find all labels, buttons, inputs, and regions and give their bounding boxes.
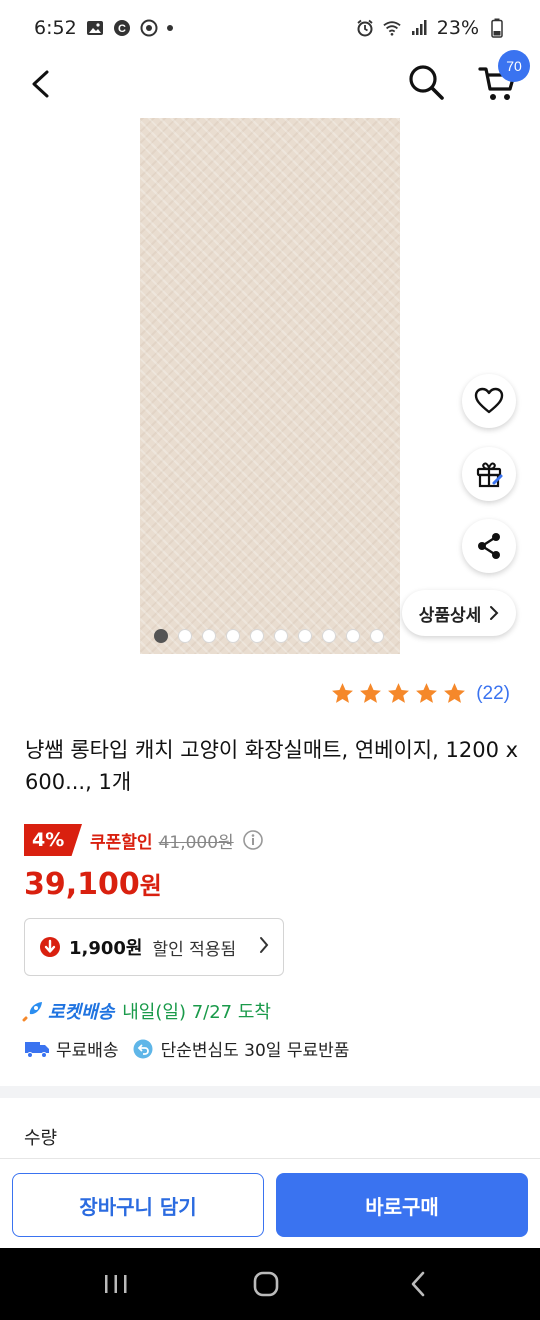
section-divider <box>0 1086 540 1098</box>
battery-percent: 23% <box>436 17 479 39</box>
quantity-label: 수량 <box>24 1128 58 1149</box>
product-detail-label: 상품상세 <box>418 605 482 626</box>
gallery-dot[interactable] <box>298 629 312 643</box>
down-arrow-icon <box>40 937 60 957</box>
svg-text:C: C <box>118 23 126 35</box>
cart-count-badge: 70 <box>498 50 530 82</box>
gallery-dot[interactable] <box>178 629 192 643</box>
discount-applied-button[interactable]: 1,900원 할인 적용됨 <box>24 918 284 976</box>
gallery-dot[interactable] <box>154 629 168 643</box>
arrival-date: 내일(일) 7/27 도착 <box>122 1002 271 1023</box>
recent-apps-icon <box>105 1275 127 1293</box>
discount-amount: 1,900원 <box>69 938 143 959</box>
recent-apps-button[interactable] <box>86 1262 146 1306</box>
home-icon <box>253 1271 279 1297</box>
home-button[interactable] <box>236 1262 296 1306</box>
gift-button[interactable] <box>462 447 516 501</box>
shipping-info-row: 무료배송 단순변심도 30일 무료반품 <box>24 1036 349 1061</box>
back-arrow-icon <box>32 70 49 98</box>
system-back-button[interactable] <box>388 1262 448 1306</box>
gallery-dot[interactable] <box>322 629 336 643</box>
share-icon <box>478 533 500 559</box>
sale-price-unit: 원 <box>139 872 162 900</box>
gallery-dot[interactable] <box>250 629 264 643</box>
gallery-indicator <box>154 629 384 643</box>
search-button[interactable] <box>404 60 448 104</box>
wifi-icon <box>383 19 401 37</box>
star-icon <box>388 683 410 703</box>
gallery-notification-icon <box>86 19 104 37</box>
add-to-cart-button[interactable]: 장바구니 담기 <box>12 1173 264 1237</box>
return-icon <box>133 1039 153 1058</box>
coupon-discount-label: 쿠폰할인 <box>90 832 153 853</box>
buy-now-button[interactable]: 바로구매 <box>276 1173 528 1237</box>
top-bar <box>0 56 540 112</box>
rocket-delivery-row: 로켓배송 내일(일) 7/27 도착 <box>22 998 271 1024</box>
bottom-action-bar: 장바구니 담기 바로구매 <box>0 1158 540 1248</box>
rocket-icon <box>22 1002 42 1022</box>
alarm-icon <box>356 19 374 37</box>
wishlist-button[interactable] <box>462 374 516 428</box>
status-bar: 6:52 C 23% <box>0 0 540 56</box>
discount-row: 4% 쿠폰할인 41,000원 <box>24 824 264 856</box>
gallery-dot[interactable] <box>346 629 360 643</box>
product-title: 냥쌤 롱타입 캐치 고양이 화장실매트, 연베이지, 1200 x 600...… <box>25 738 519 794</box>
product-image[interactable] <box>140 118 400 654</box>
review-count-link[interactable]: (22) <box>476 683 510 705</box>
star-icon <box>444 683 466 703</box>
star-icon <box>416 683 438 703</box>
more-notifications-icon <box>166 25 173 31</box>
sale-price: 39,100원 <box>24 866 162 902</box>
back-button[interactable] <box>20 62 60 106</box>
heart-icon <box>474 387 504 414</box>
free-shipping-text: 무료배송 <box>56 1041 119 1061</box>
gift-icon <box>476 462 503 488</box>
back-icon <box>411 1271 425 1297</box>
share-button[interactable] <box>462 519 516 573</box>
chevron-right-icon <box>260 937 269 953</box>
sale-price-number: 39,100 <box>24 867 140 902</box>
discount-applied-text: 할인 적용됨 <box>152 939 237 960</box>
original-price: 41,000원 <box>158 832 234 853</box>
product-detail-button[interactable]: 상품상세 <box>402 590 516 636</box>
star-icon <box>332 683 354 703</box>
chevron-right-icon <box>490 606 499 620</box>
signal-icon <box>410 19 428 37</box>
system-navigation-bar <box>0 1248 540 1320</box>
search-icon <box>409 65 444 100</box>
free-return-text: 단순변심도 30일 무료반품 <box>160 1041 350 1061</box>
discount-percent-badge: 4% <box>24 824 82 856</box>
gallery-dot[interactable] <box>226 629 240 643</box>
star-icon <box>360 683 382 703</box>
battery-icon <box>488 18 506 38</box>
gallery-dot[interactable] <box>370 629 384 643</box>
gallery-dot[interactable] <box>202 629 216 643</box>
chrome-notification-icon <box>140 19 158 37</box>
info-icon[interactable] <box>242 829 264 851</box>
c-notification-icon: C <box>113 19 131 37</box>
truck-icon <box>25 1041 49 1058</box>
status-time: 6:52 <box>34 17 77 39</box>
rocket-delivery-label: 로켓배송 <box>48 1002 115 1023</box>
gallery-dot[interactable] <box>274 629 288 643</box>
rating[interactable]: (22) <box>330 681 510 706</box>
